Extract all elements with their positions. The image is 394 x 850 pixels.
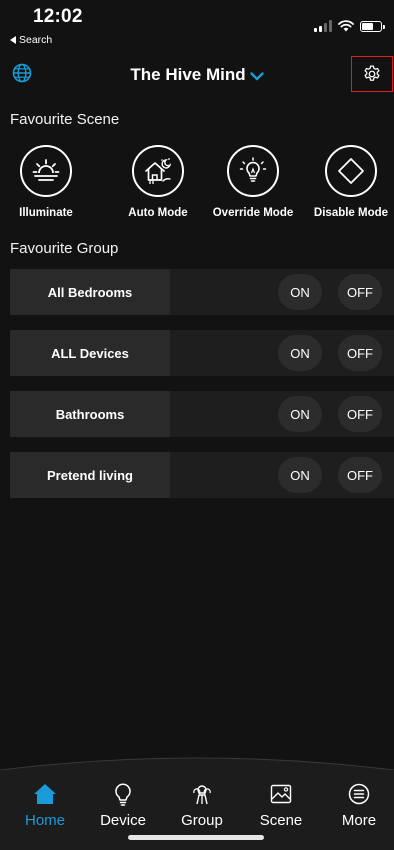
nav-scene[interactable]: Scene	[246, 782, 316, 829]
list-circle-icon	[348, 783, 370, 805]
favourite-scene-title: Favourite Scene	[10, 111, 120, 128]
group-on-button[interactable]: ON	[278, 335, 322, 371]
nav-label: Device	[100, 812, 146, 829]
status-icons	[314, 20, 385, 32]
back-arrow-icon	[10, 36, 16, 44]
gear-icon	[364, 65, 380, 81]
nav-more[interactable]: More	[324, 782, 394, 829]
group-name[interactable]: All Bedrooms	[10, 269, 170, 315]
home-selector[interactable]: The Hive Mind	[0, 65, 394, 85]
group-off-button[interactable]: OFF	[338, 335, 382, 371]
scene-label: Illuminate	[19, 207, 73, 219]
nav-label: Scene	[259, 812, 303, 829]
signal-icon	[314, 20, 332, 32]
nav-device[interactable]: Device	[88, 782, 158, 829]
group-on-button[interactable]: ON	[278, 274, 322, 310]
group-name[interactable]: Bathrooms	[10, 391, 170, 437]
status-time: 12:02	[33, 6, 83, 27]
scene-auto-mode[interactable]: Auto Mode	[118, 145, 198, 225]
home-icon	[34, 784, 56, 804]
app-header: The Hive Mind	[0, 55, 394, 93]
settings-button[interactable]	[351, 56, 393, 92]
status-bar: 12:02 Search	[0, 0, 394, 54]
nav-label: More	[341, 812, 377, 829]
group-name[interactable]: ALL Devices	[10, 330, 170, 376]
scene-disable-mode[interactable]: Disable Mode	[308, 145, 394, 225]
scene-icon-circle	[325, 145, 377, 197]
group-icon	[193, 785, 211, 805]
nav-group[interactable]: Group	[167, 782, 237, 829]
home-indicator	[128, 835, 264, 840]
scene-label: Auto Mode	[128, 207, 188, 219]
scene-icon-circle	[132, 145, 184, 197]
nav-label: Group	[181, 812, 223, 829]
battery-icon	[360, 20, 385, 32]
wifi-icon	[338, 20, 354, 32]
group-row: Bathrooms ON OFF	[10, 391, 394, 437]
nav-home[interactable]: Home	[10, 782, 80, 829]
scene-label: Disable Mode	[313, 207, 389, 219]
app-screen: 12:02 Search The Hive Mind Favourite Sce…	[0, 0, 394, 850]
scene-icon-circle	[227, 145, 279, 197]
scene-list: Illuminate Auto Mode Override Mode Disab…	[0, 145, 394, 225]
scene-illuminate[interactable]: Illuminate	[10, 145, 82, 225]
group-off-button[interactable]: OFF	[338, 396, 382, 432]
scene-override-mode[interactable]: Override Mode	[206, 145, 300, 225]
group-on-button[interactable]: ON	[278, 396, 322, 432]
group-off-button[interactable]: OFF	[338, 274, 382, 310]
house-moon-icon	[145, 158, 172, 184]
group-name[interactable]: Pretend living	[10, 452, 170, 498]
picture-icon	[270, 784, 292, 804]
diamond-icon	[338, 158, 364, 184]
group-row: Pretend living ON OFF	[10, 452, 394, 498]
sunrise-icon	[32, 159, 60, 181]
lightbulb-icon	[239, 157, 267, 182]
bulb-outline-icon	[115, 783, 131, 806]
back-to-search[interactable]: Search	[10, 34, 52, 46]
chevron-down-icon	[249, 71, 264, 80]
favourite-group-title: Favourite Group	[10, 240, 119, 257]
back-label: Search	[19, 34, 53, 46]
nav-label: Home	[24, 812, 65, 829]
group-off-button[interactable]: OFF	[338, 457, 382, 493]
group-on-button[interactable]: ON	[278, 457, 322, 493]
page-title: The Hive Mind	[130, 65, 246, 84]
group-row: ALL Devices ON OFF	[10, 330, 394, 376]
group-row: All Bedrooms ON OFF	[10, 269, 394, 315]
scene-icon-circle	[20, 145, 72, 197]
scene-label: Override Mode	[212, 207, 294, 219]
